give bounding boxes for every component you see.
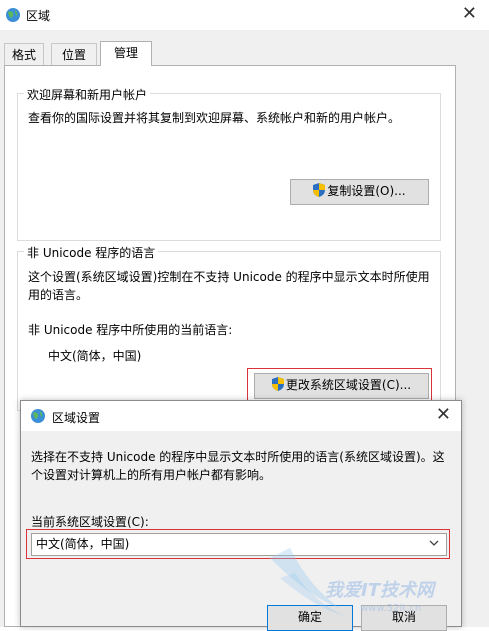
welcome-group-title: 欢迎屏幕和新用户帐户	[24, 86, 151, 103]
uac-shield-icon	[313, 183, 326, 197]
current-language-label: 非 Unicode 程序中所使用的当前语言:	[28, 323, 233, 337]
unicode-description-line2: 用的语言。	[28, 288, 89, 302]
copy-settings-label: 复制设置(O)...	[327, 184, 406, 198]
cancel-button[interactable]: 取消	[361, 605, 447, 631]
tab-format[interactable]: 格式	[4, 43, 44, 65]
close-icon[interactable]: ✕	[462, 4, 477, 24]
unicode-group-title: 非 Unicode 程序的语言	[24, 244, 159, 261]
highlight-box	[26, 529, 450, 559]
dialog-title: 区域设置	[52, 411, 101, 425]
title-bar: 区域 ✕	[0, 0, 489, 30]
dialog-description-line1: 选择在不支持 Unicode 的程序中显示文本时所使用的语言(系统区域设置)。这	[31, 450, 445, 464]
region-settings-dialog: 区域设置 ✕ 选择在不支持 Unicode 的程序中显示文本时所使用的语言(系统…	[20, 400, 462, 631]
globe-icon	[31, 409, 45, 423]
tab-administrative[interactable]: 管理	[100, 41, 152, 66]
dialog-description-line2: 个设置对计算机上的所有用户帐户都有影响。	[31, 468, 272, 482]
copy-settings-button[interactable]: 复制设置(O)...	[290, 179, 429, 205]
window-title: 区域	[26, 9, 51, 23]
dialog-close-icon[interactable]: ✕	[436, 405, 451, 425]
welcome-description: 查看你的国际设置并将其复制到欢迎屏幕、系统帐户和新的用户帐户。	[28, 111, 401, 125]
welcome-group: 欢迎屏幕和新用户帐户 查看你的国际设置并将其复制到欢迎屏幕、系统帐户和新的用户帐…	[17, 86, 441, 241]
globe-icon	[6, 8, 20, 22]
tab-location[interactable]: 位置	[51, 43, 97, 65]
dialog-title-bar: 区域设置 ✕	[21, 401, 461, 431]
unicode-description-line1: 这个设置(系统区域设置)控制在不支持 Unicode 的程序中显示文本时所使用	[28, 270, 430, 284]
ok-button[interactable]: 确定	[267, 605, 353, 631]
current-language-value: 中文(简体，中国)	[48, 349, 142, 363]
